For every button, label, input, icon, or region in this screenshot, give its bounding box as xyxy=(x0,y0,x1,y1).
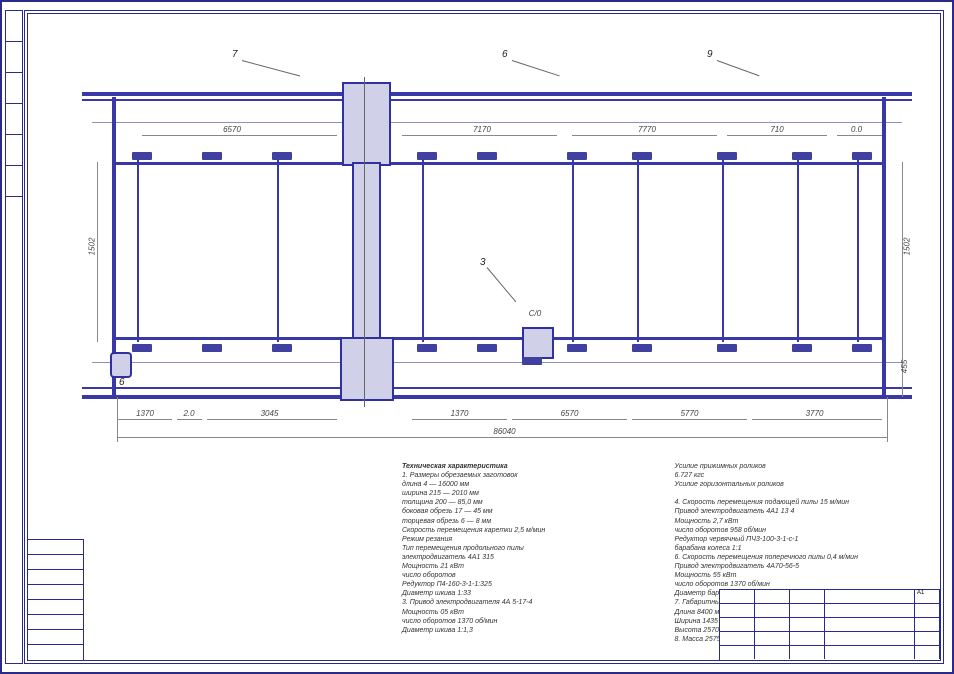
callout-7: 7 xyxy=(232,49,238,60)
callout-6b: 6 xyxy=(119,377,125,388)
dim-right-2: 455 xyxy=(900,354,909,379)
carriage-top xyxy=(342,82,391,166)
dim-b3: 3045 xyxy=(252,409,287,418)
dim-top-1: 6570 xyxy=(212,125,252,134)
callout-3: 3 xyxy=(480,257,486,268)
dim-top-5: 0.0 xyxy=(844,125,869,134)
carriage-centerline xyxy=(364,77,365,407)
callout-6a: 6 xyxy=(502,49,508,60)
binding-margin xyxy=(5,10,23,664)
dim-b7: 3770 xyxy=(797,409,832,418)
dim-center: C/0 xyxy=(520,309,550,318)
carriage-column xyxy=(352,162,381,341)
dim-left-1: 1502 xyxy=(88,232,97,262)
drawing-sheet: 6570 7170 7770 710 0.0 1370 2.0 3045 137… xyxy=(0,0,954,674)
dim-overall: 86040 xyxy=(482,427,527,436)
notes-col-1: Техническая характеристика 1. Размеры об… xyxy=(402,462,650,644)
inner-beam-bottom xyxy=(112,337,882,340)
dim-top-4: 710 xyxy=(762,125,792,134)
clamp-left xyxy=(110,352,132,378)
sheet-format: А1 xyxy=(915,590,940,603)
callout-9: 9 xyxy=(707,49,713,60)
dim-top-3: 7770 xyxy=(627,125,667,134)
dim-b4: 1370 xyxy=(442,409,477,418)
dim-b6: 5770 xyxy=(672,409,707,418)
title-block: А1 xyxy=(719,589,941,661)
end-post-right xyxy=(882,97,886,397)
dim-b1: 1370 xyxy=(130,409,160,418)
top-rail-outer xyxy=(82,92,912,96)
notes-title: Техническая характеристика xyxy=(402,463,508,470)
bottom-rail-outer xyxy=(82,395,912,399)
dim-b5: 6570 xyxy=(552,409,587,418)
carriage-bottom xyxy=(340,337,394,401)
dim-right-1: 1502 xyxy=(903,232,912,262)
left-stamp xyxy=(27,539,84,661)
dim-b2: 2.0 xyxy=(178,409,200,418)
center-unit xyxy=(522,327,554,359)
inner-beam-top xyxy=(112,162,882,165)
dim-top-2: 7170 xyxy=(462,125,502,134)
main-view: 6570 7170 7770 710 0.0 1370 2.0 3045 137… xyxy=(82,57,912,437)
